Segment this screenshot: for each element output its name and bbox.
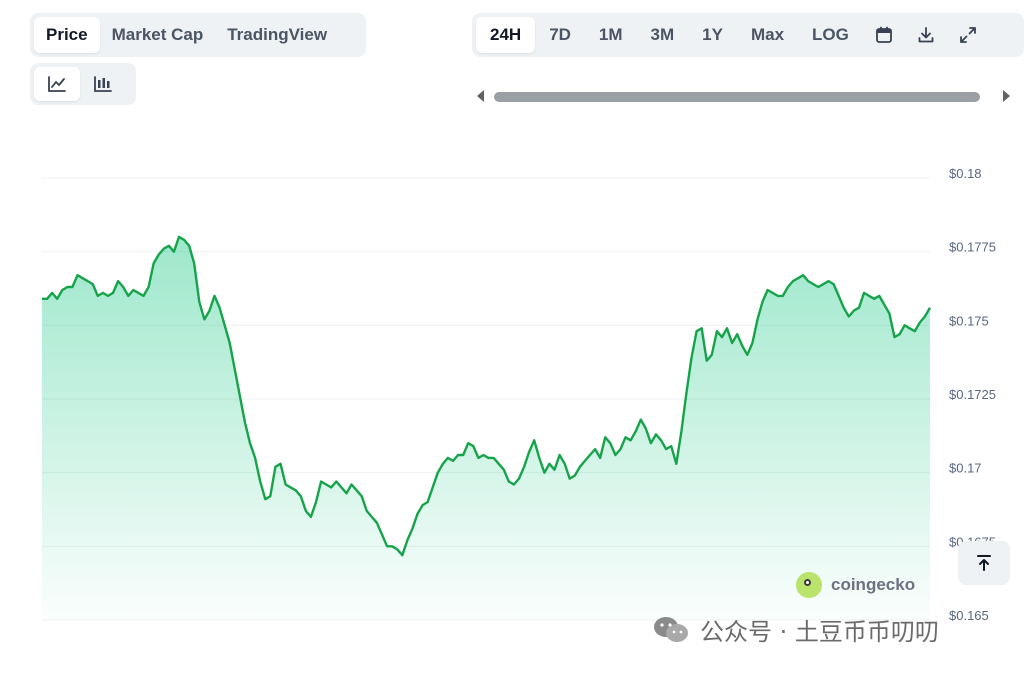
coingecko-logo-icon [796, 572, 822, 598]
y-tick-label: $0.1725 [949, 387, 996, 402]
watermark-text: 公众号 · 土豆币币叨叨 [700, 618, 939, 646]
y-tick-label: $0.165 [949, 608, 989, 623]
wechat-icon [654, 616, 688, 642]
scroll-to-top-button[interactable] [958, 541, 1010, 585]
y-tick-label: $0.17 [949, 461, 982, 476]
y-tick-label: $0.175 [949, 313, 989, 328]
wechat-watermark: 公众号 · 土豆币币叨叨 [652, 612, 939, 647]
y-tick-label: $0.18 [949, 166, 982, 181]
coingecko-brand: coingecko [796, 572, 915, 598]
arrow-up-icon [977, 555, 991, 571]
brand-name: coingecko [831, 575, 916, 594]
price-area [42, 236, 930, 620]
y-tick-label: $0.1775 [949, 240, 996, 255]
